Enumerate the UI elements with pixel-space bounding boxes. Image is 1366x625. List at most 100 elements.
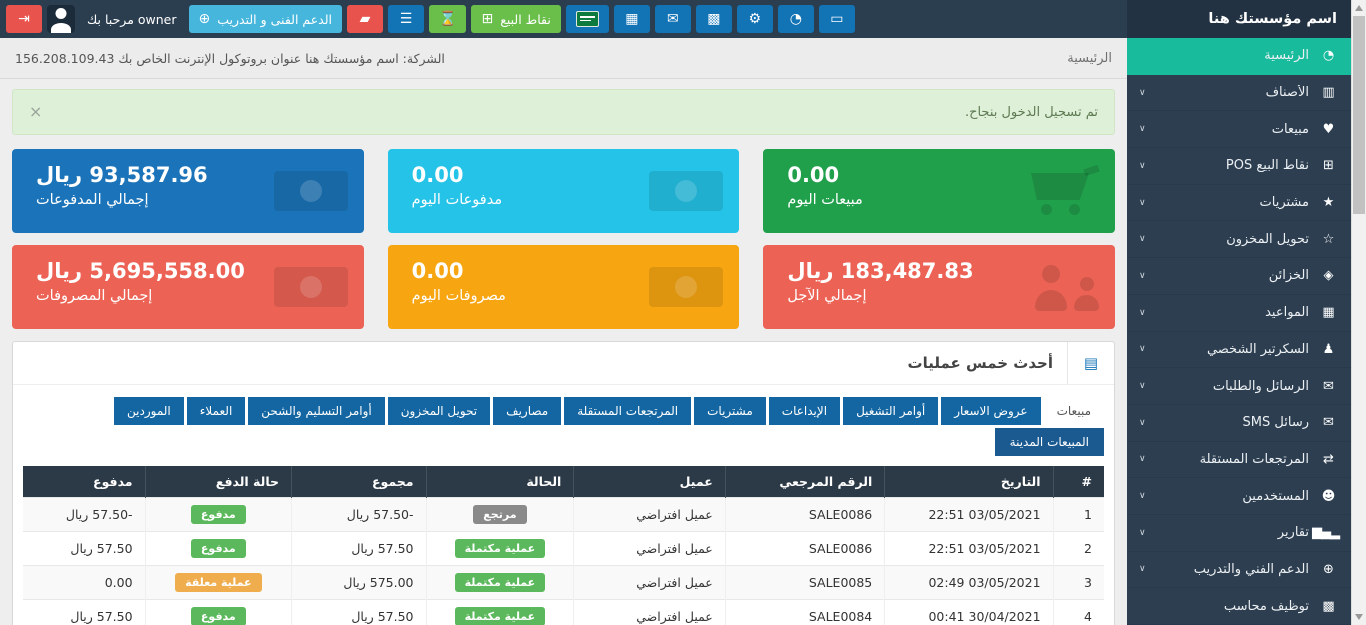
banknote-icon bbox=[274, 267, 348, 307]
tab-suppliers[interactable]: الموردين bbox=[114, 397, 184, 425]
hourglass-button[interactable]: ⌛ bbox=[429, 5, 466, 33]
cell-total: 57.50 ريال bbox=[292, 600, 426, 625]
stat-cards: 0.00 مبيعات اليوم 0.00 مدفوعات اليوم 93,… bbox=[12, 149, 1115, 329]
grid-icon: ⊞ bbox=[1317, 158, 1339, 173]
card-total-credit: 183,487.83 ريال إجمالي الآجل bbox=[763, 245, 1115, 329]
support-button[interactable]: ⊕الدعم الفنى و التدريب bbox=[189, 5, 343, 33]
breadcrumb-title[interactable]: الرئيسية bbox=[1067, 51, 1112, 66]
login-success-alert: تم تسجيل الدخول بنجاح. × bbox=[12, 89, 1115, 135]
bar-chart-icon: ▂▄▆ bbox=[1317, 525, 1339, 540]
sidebar-item-support-training[interactable]: ⊕ الدعم الفني والتدريب ∨ bbox=[1127, 552, 1351, 589]
sidebar-item-inventory-transfer[interactable]: ☆ تحويل المخزون ∨ bbox=[1127, 221, 1351, 258]
tab-inventory-transfer[interactable]: تحويل المخزون bbox=[388, 397, 490, 425]
col-header-pay-status: حالة الدفع bbox=[145, 466, 291, 498]
envelope-icon: ✉ bbox=[1317, 379, 1339, 394]
mail-button[interactable]: ✉ bbox=[655, 5, 691, 33]
status-badge: عملية مكتملة bbox=[455, 607, 546, 625]
status-badge: مرتجع bbox=[473, 505, 526, 524]
chevron-down-icon: ∨ bbox=[1139, 344, 1146, 354]
calendar-button[interactable]: ▦ bbox=[614, 5, 650, 33]
dashboard-button[interactable]: ◔ bbox=[778, 5, 814, 33]
sidebar-item-purchases[interactable]: ★ مشتريات ∨ bbox=[1127, 185, 1351, 222]
table-row[interactable]: 1 03/05/2021 22:51 SALE0086 عميل افتراضي… bbox=[23, 498, 1104, 532]
cell-customer: عميل افتراضي bbox=[574, 600, 725, 625]
desktop-button[interactable]: ▭ bbox=[819, 5, 855, 33]
cell-pay-status: مدفوع bbox=[145, 600, 291, 625]
chevron-down-icon: ∨ bbox=[1139, 271, 1146, 281]
tab-work-orders[interactable]: أوامر التشغيل bbox=[843, 397, 938, 425]
col-header-date: التاريخ bbox=[885, 466, 1053, 498]
banknote-icon bbox=[649, 171, 723, 211]
page-scrollbar[interactable] bbox=[1351, 0, 1366, 625]
calculator-icon: ▩ bbox=[1317, 599, 1339, 614]
tab-expenses[interactable]: مصاريف bbox=[493, 397, 561, 425]
sidebar-item-sales[interactable]: ♥ مبيعات ∨ bbox=[1127, 111, 1351, 148]
sidebar-item-independent-returns[interactable]: ⇄ المرتجعات المستقلة ∨ bbox=[1127, 442, 1351, 479]
sidebar-item-hire-accountant[interactable]: ▩ توظيف محاسب bbox=[1127, 588, 1351, 625]
cell-total: -57.50 ريال bbox=[292, 498, 426, 532]
logout-button[interactable]: ⇥ bbox=[6, 5, 42, 33]
card-payments-today: 0.00 مدفوعات اليوم bbox=[388, 149, 740, 233]
user-avatar[interactable] bbox=[47, 5, 75, 33]
sidebar: اسم مؤسستك هنا ◔ الرئيسية ▥ الأصناف ∨ ♥ … bbox=[1127, 0, 1351, 625]
sidebar-item-label: السكرتير الشخصي bbox=[1152, 342, 1309, 357]
tab-independent-returns[interactable]: المرتجعات المستقلة bbox=[564, 397, 691, 425]
sidebar-item-label: المستخدمين bbox=[1152, 489, 1309, 504]
heart-icon: ♥ bbox=[1317, 122, 1339, 137]
hourglass-icon: ⌛ bbox=[439, 12, 456, 26]
table-row[interactable]: 2 03/05/2021 22:51 SALE0086 عميل افتراضي… bbox=[23, 532, 1104, 566]
language-flag-button[interactable] bbox=[566, 5, 609, 33]
sidebar-item-categories[interactable]: ▥ الأصناف ∨ bbox=[1127, 75, 1351, 112]
sidebar-item-sms[interactable]: ✉ رسائل SMS ∨ bbox=[1127, 405, 1351, 442]
list-icon: ☰ bbox=[400, 12, 413, 26]
cell-pay-status: مدفوع bbox=[145, 498, 291, 532]
chevron-down-icon: ∨ bbox=[1139, 418, 1146, 428]
list-button[interactable]: ☰ bbox=[388, 5, 424, 33]
chevron-down-icon: ∨ bbox=[1139, 381, 1146, 391]
table-head: #التاريخالرقم المرجعيعميلالحالةمجموعحالة… bbox=[23, 466, 1104, 498]
tab-customers[interactable]: العملاء bbox=[187, 397, 246, 425]
sidebar-item-reports[interactable]: ▂▄▆ تقارير ∨ bbox=[1127, 515, 1351, 552]
tab-delivery-shipping[interactable]: أوامر التسليم والشحن bbox=[248, 397, 384, 425]
tab-quotes[interactable]: عروض الاسعار bbox=[941, 397, 1040, 425]
tab-debit-sales[interactable]: المبيعات المدينة bbox=[995, 428, 1104, 456]
sidebar-item-home[interactable]: ◔ الرئيسية bbox=[1127, 38, 1351, 75]
tab-sales[interactable]: مبيعات bbox=[1044, 397, 1104, 425]
sidebar-item-label: نقاط البيع POS bbox=[1152, 158, 1309, 173]
sidebar-item-label: رسائل SMS bbox=[1152, 415, 1309, 430]
cell-date: 03/05/2021 22:51 bbox=[885, 532, 1053, 566]
cell-status: عملية مكتملة bbox=[426, 566, 574, 600]
table-row[interactable]: 4 30/04/2021 00:41 SALE0084 عميل افتراضي… bbox=[23, 600, 1104, 625]
sidebar-item-appointments[interactable]: ▦ المواعيد ∨ bbox=[1127, 295, 1351, 332]
sidebar-item-label: مشتريات bbox=[1152, 195, 1309, 210]
sidebar-item-pos[interactable]: ⊞ نقاط البيع POS ∨ bbox=[1127, 148, 1351, 185]
pos-button[interactable]: ⊞نقاط البيع bbox=[471, 5, 560, 33]
scrollbar-thumb[interactable] bbox=[1353, 16, 1365, 214]
tab-purchases[interactable]: مشتريات bbox=[694, 397, 766, 425]
scroll-down-arrow[interactable] bbox=[1355, 614, 1363, 620]
card-total-expenses: 5,695,558.00 ريال إجمالي المصروفات bbox=[12, 245, 364, 329]
chevron-down-icon: ∨ bbox=[1139, 124, 1146, 134]
table-row[interactable]: 3 03/05/2021 02:49 SALE0085 عميل افتراضي… bbox=[23, 566, 1104, 600]
col-header-paid: مدفوع bbox=[23, 466, 145, 498]
eraser-button[interactable]: ▰ bbox=[347, 5, 383, 33]
chevron-down-icon: ∨ bbox=[1139, 454, 1146, 464]
card-value: 0.00 bbox=[412, 163, 502, 187]
cell-total: 57.50 ريال bbox=[292, 532, 426, 566]
settings-button[interactable]: ⚙ bbox=[737, 5, 773, 33]
scroll-up-arrow[interactable] bbox=[1355, 5, 1363, 11]
desktop-icon: ▭ bbox=[830, 12, 843, 26]
sidebar-item-personal-secretary[interactable]: ♟ السكرتير الشخصي ∨ bbox=[1127, 332, 1351, 369]
card-value: 183,487.83 ريال bbox=[787, 259, 973, 283]
chevron-down-icon: ∨ bbox=[1139, 198, 1146, 208]
nav-button-label: نقاط البيع bbox=[500, 12, 551, 27]
sidebar-item-safes[interactable]: ◈ الخزائن ∨ bbox=[1127, 258, 1351, 295]
close-icon[interactable]: × bbox=[29, 104, 42, 120]
sidebar-item-users[interactable]: ☻ المستخدمين ∨ bbox=[1127, 478, 1351, 515]
tab-deposits[interactable]: الإيداعات bbox=[769, 397, 840, 425]
organization-name: اسم مؤسستك هنا bbox=[1127, 0, 1351, 38]
calendar-icon: ▦ bbox=[1317, 305, 1339, 320]
sidebar-item-messages-requests[interactable]: ✉ الرسائل والطلبات ∨ bbox=[1127, 368, 1351, 405]
calculator-button[interactable]: ▩ bbox=[696, 5, 732, 33]
avatar-head bbox=[56, 8, 67, 19]
